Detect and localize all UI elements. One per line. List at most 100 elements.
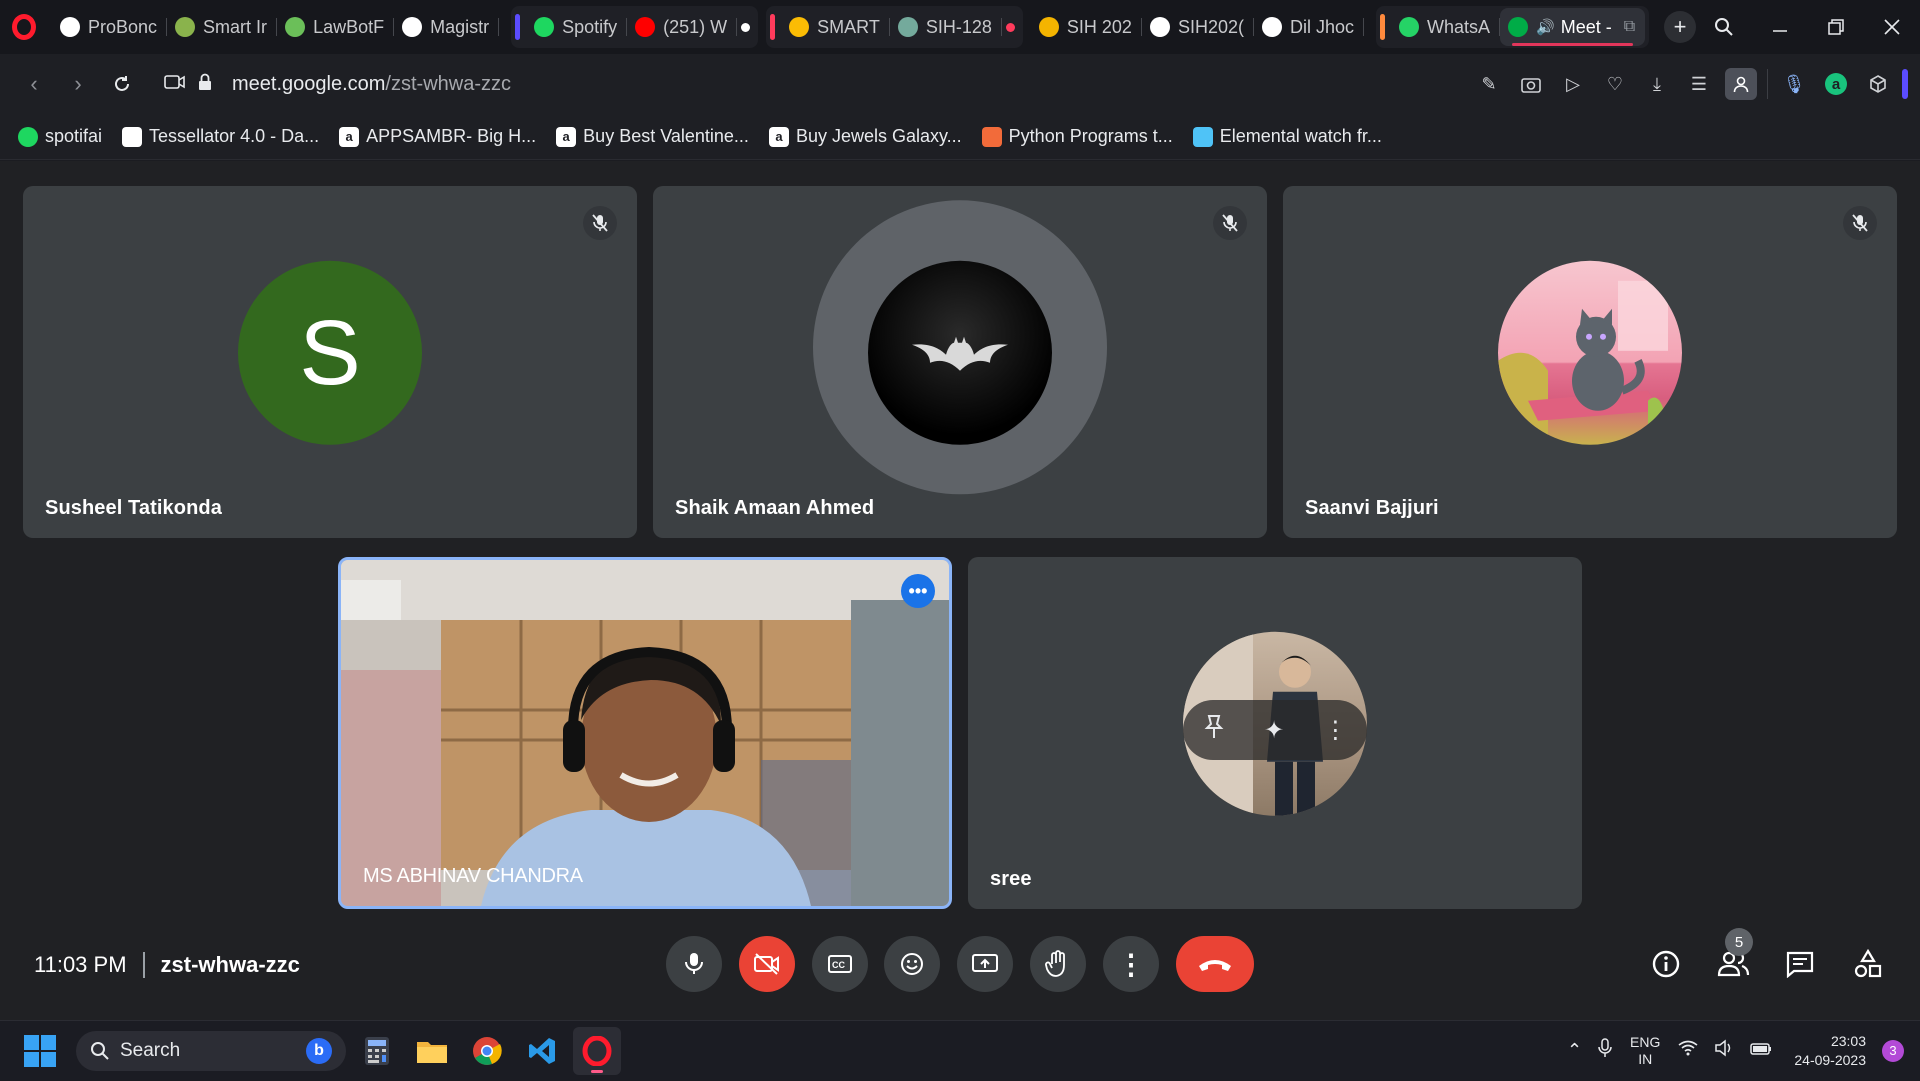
browser-tab[interactable]: Magistr xyxy=(394,8,500,46)
tab-group: SMART SIH-128 xyxy=(766,6,1023,48)
browser-tab[interactable]: SIH 202 xyxy=(1031,8,1142,46)
bookmark-item[interactable]: spotifai xyxy=(18,126,102,147)
easy-setup-icon[interactable]: ☰ xyxy=(1683,68,1715,100)
mic-off-icon xyxy=(583,206,617,240)
back-button[interactable]: ‹ xyxy=(12,62,56,106)
bookmark-item[interactable]: a APPSAMBR- Big H... xyxy=(339,126,536,147)
bookmark-item[interactable]: a Buy Jewels Galaxy... xyxy=(768,126,962,147)
minimize-button[interactable] xyxy=(1752,0,1808,54)
browser-tab[interactable]: LawBotF xyxy=(277,8,395,46)
opera-app-icon[interactable] xyxy=(573,1026,621,1075)
bookmark-label: Elemental watch fr... xyxy=(1219,126,1382,146)
participant-tile[interactable]: Saanvi Bajjuri xyxy=(1283,186,1897,538)
reactions-button[interactable] xyxy=(884,936,940,992)
language-indicator[interactable]: ENG IN xyxy=(1630,1034,1660,1068)
participant-tile[interactable]: S Susheel Tatikonda xyxy=(23,186,637,538)
cube-extension-icon[interactable] xyxy=(1862,68,1894,100)
browser-tab[interactable]: ProBonc xyxy=(52,8,168,46)
bookmark-item[interactable]: Python Programs t... xyxy=(981,126,1173,147)
tab-group-indicator[interactable] xyxy=(1380,14,1386,40)
tab-group-indicator[interactable] xyxy=(770,14,776,40)
address-bar-actions: ✎ ▷ ♡ ⤓ ☰ xyxy=(1473,68,1757,100)
picture-in-picture-icon[interactable]: ⧉ xyxy=(1624,18,1635,36)
speaker-icon[interactable]: 🔊 xyxy=(1536,18,1555,36)
bookmark-item[interactable]: a Buy Best Valentine... xyxy=(556,126,749,147)
avatar-initial: S xyxy=(299,301,361,404)
spotify-icon xyxy=(18,126,38,147)
new-tab-button[interactable]: + xyxy=(1664,11,1696,43)
browser-tab[interactable]: (251) W xyxy=(627,8,738,46)
browser-tab[interactable]: WhatsA xyxy=(1391,8,1501,46)
notification-badge[interactable]: 3 xyxy=(1882,1039,1904,1062)
file-explorer-icon[interactable] xyxy=(408,1027,456,1075)
browser-tab[interactable]: Dil Jhoc xyxy=(1254,8,1365,46)
battery-icon[interactable] xyxy=(1750,1040,1772,1061)
leave-call-button[interactable] xyxy=(1176,936,1254,992)
download-icon[interactable]: ⤓ xyxy=(1641,68,1673,100)
bookmark-item[interactable]: Tessellator 4.0 - Da... xyxy=(122,126,319,147)
opera-menu-button[interactable] xyxy=(0,0,48,54)
more-options-icon[interactable]: ••• xyxy=(901,574,935,608)
chat-button[interactable] xyxy=(1778,942,1822,986)
present-screen-button[interactable] xyxy=(957,936,1013,992)
sparkle-effects-icon[interactable]: ✦ xyxy=(1264,716,1284,745)
camera-off-button[interactable] xyxy=(739,936,795,992)
browser-tab[interactable]: 🔊 Meet - ⧉ xyxy=(1500,8,1646,46)
participant-tile[interactable]: Shaik Amaan Ahmed xyxy=(653,186,1267,538)
browser-tab[interactable]: SIH-128 xyxy=(890,8,1002,46)
tab-title: SIH 202 xyxy=(1066,16,1132,37)
volume-icon[interactable] xyxy=(1714,1039,1734,1062)
bing-icon[interactable]: b xyxy=(306,1037,332,1064)
people-button[interactable]: 5 xyxy=(1711,928,1755,986)
participant-tile[interactable]: ✦ ⋮ sree xyxy=(968,557,1582,909)
tab-group-indicator[interactable] xyxy=(515,14,521,40)
amazon-icon: a xyxy=(556,126,577,147)
system-clock[interactable]: 23:03 24-09-2023 xyxy=(1794,1032,1866,1070)
restore-button[interactable] xyxy=(1808,0,1864,54)
more-options-button[interactable]: ⋮ xyxy=(1103,936,1159,992)
self-video-tile[interactable]: ••• MS ABHINAV CHANDRA xyxy=(338,557,952,909)
bookmark-item[interactable]: Elemental watch fr... xyxy=(1192,126,1382,147)
search-icon xyxy=(91,1041,109,1060)
more-vert-icon[interactable]: ⋮ xyxy=(1323,716,1347,745)
heart-icon[interactable]: ♡ xyxy=(1599,68,1631,100)
meeting-details-button[interactable] xyxy=(1644,942,1688,986)
microphone-tray-icon[interactable] xyxy=(1598,1038,1612,1063)
mic-button[interactable] xyxy=(666,936,722,992)
profile-icon[interactable] xyxy=(1725,68,1757,100)
chatgpt-icon xyxy=(897,17,918,37)
close-window-button[interactable] xyxy=(1864,0,1920,54)
camera-permission-icon[interactable] xyxy=(160,73,190,96)
lock-icon[interactable] xyxy=(190,73,220,96)
windows-start-icon[interactable] xyxy=(24,1034,56,1067)
url-path: /zst-whwa-zzc xyxy=(385,72,511,95)
camera-snapshot-icon[interactable] xyxy=(1515,68,1547,100)
taskbar-search[interactable]: Search b xyxy=(76,1030,346,1071)
tab-status-dot xyxy=(1005,22,1015,32)
pin-icon[interactable] xyxy=(1203,714,1225,747)
tab-title: WhatsA xyxy=(1427,16,1491,37)
raise-hand-button[interactable] xyxy=(1030,936,1086,992)
activities-button[interactable] xyxy=(1846,942,1890,986)
url-field[interactable]: meet.google.com/zst-whwa-zzc xyxy=(160,62,1473,106)
captions-button[interactable]: CC xyxy=(812,936,868,992)
wifi-icon[interactable] xyxy=(1678,1040,1698,1061)
flow-send-icon[interactable]: ▷ xyxy=(1557,68,1589,100)
more-vert-icon: ⋮ xyxy=(1117,948,1145,980)
microphone-extension-icon[interactable]: 🎙 xyxy=(1778,68,1810,100)
vscode-icon[interactable] xyxy=(518,1027,566,1075)
browser-tab[interactable]: SMART xyxy=(781,8,890,46)
browser-tab[interactable]: Spotify xyxy=(526,8,628,46)
search-tabs-icon[interactable] xyxy=(1696,0,1752,54)
meet-stage: S Susheel Tatikonda Shaik Amaan Ahmed Sa… xyxy=(0,161,1920,1020)
aria-extension-icon[interactable]: a xyxy=(1820,68,1852,100)
browser-tab[interactable]: Smart Ir xyxy=(167,8,278,46)
browser-tab[interactable]: SIH202( xyxy=(1142,8,1254,46)
calculator-app-icon[interactable] xyxy=(353,1027,401,1075)
chrome-icon[interactable] xyxy=(463,1027,511,1075)
chevron-up-icon[interactable]: ⌃ xyxy=(1567,1040,1582,1061)
forward-button[interactable]: › xyxy=(56,62,100,106)
edit-icon[interactable]: ✎ xyxy=(1473,68,1505,100)
reload-button[interactable] xyxy=(100,62,144,106)
camera-off-icon xyxy=(754,953,779,975)
